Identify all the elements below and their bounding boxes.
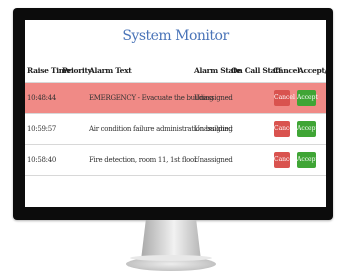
- table-row[interactable]: 10:59:57 Air condition failure administr…: [25, 114, 326, 144]
- table-row[interactable]: 10:48:44 EMERGENCY - Evacuate the buildi…: [25, 83, 326, 113]
- monitor-bezel: System Monitor Raise Time Priority Alarm…: [13, 8, 333, 220]
- col-priority: Priority: [62, 66, 92, 75]
- row-raise-time: 10:59:57: [27, 125, 57, 133]
- row-alarm-state: Unassigned: [194, 94, 233, 102]
- cancel-button[interactable]: Cancel: [274, 121, 295, 137]
- cancel-button[interactable]: Cancel: [274, 152, 295, 168]
- col-alarm-text: Alarm Text: [89, 66, 132, 75]
- cancel-button[interactable]: Cancel: [274, 90, 295, 106]
- accept-button[interactable]: Accept: [297, 121, 318, 137]
- page-title: System Monitor: [122, 28, 229, 44]
- row-raise-time: 10:58:40: [27, 156, 57, 164]
- row-alarm-text: Fire detection, room 11, 1st floor: [89, 156, 198, 164]
- accept-button[interactable]: Accept: [297, 90, 318, 106]
- table-header: Raise Time Priority Alarm Text Alarm Sta…: [25, 64, 326, 82]
- monitor-stand-icon: [141, 220, 201, 260]
- accept-button[interactable]: Accept: [297, 152, 318, 168]
- col-accept-close: Accept/Close: [298, 66, 326, 75]
- col-cancel: Cancel: [273, 66, 300, 75]
- row-alarm-state: Unassigned: [194, 156, 233, 164]
- row-alarm-state: Unassigned: [194, 125, 233, 133]
- monitor-base-highlight: [130, 255, 212, 261]
- table-row[interactable]: 10:58:40 Fire detection, room 11, 1st fl…: [25, 145, 326, 175]
- row-divider: [25, 175, 326, 176]
- row-raise-time: 10:48:44: [27, 94, 57, 102]
- monitor-screen: System Monitor Raise Time Priority Alarm…: [25, 20, 326, 207]
